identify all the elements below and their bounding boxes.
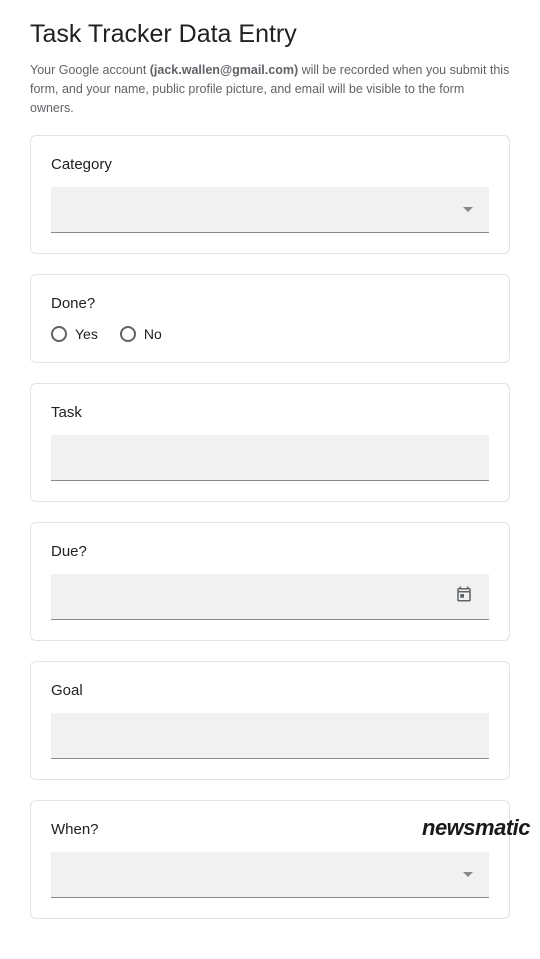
question-card-goal: Goal: [30, 661, 510, 780]
done-radio-no[interactable]: No: [120, 326, 162, 342]
form-title: Task Tracker Data Entry: [30, 20, 510, 49]
chevron-down-icon: [463, 207, 473, 212]
radio-icon: [51, 326, 67, 342]
question-card-done: Done? Yes No: [30, 274, 510, 363]
form-description: Your Google account (jack.wallen@gmail.c…: [30, 61, 510, 117]
question-card-category: Category: [30, 135, 510, 254]
done-no-label: No: [144, 326, 162, 342]
category-label: Category: [51, 156, 489, 173]
calendar-icon: [455, 585, 473, 608]
when-dropdown[interactable]: [51, 852, 489, 898]
done-radio-group: Yes No: [51, 326, 489, 342]
done-label: Done?: [51, 295, 489, 312]
question-card-task: Task: [30, 383, 510, 502]
radio-icon: [120, 326, 136, 342]
question-card-due: Due?: [30, 522, 510, 641]
watermark-logo: newsmatic: [422, 815, 530, 841]
done-yes-label: Yes: [75, 326, 98, 342]
task-input[interactable]: [51, 435, 489, 481]
account-email: (jack.wallen@gmail.com): [150, 63, 298, 77]
done-radio-yes[interactable]: Yes: [51, 326, 98, 342]
due-date-input[interactable]: [51, 574, 489, 620]
task-label: Task: [51, 404, 489, 421]
category-dropdown[interactable]: [51, 187, 489, 233]
due-label: Due?: [51, 543, 489, 560]
chevron-down-icon: [463, 872, 473, 877]
goal-input[interactable]: [51, 713, 489, 759]
goal-label: Goal: [51, 682, 489, 699]
desc-prefix: Your Google account: [30, 63, 150, 77]
